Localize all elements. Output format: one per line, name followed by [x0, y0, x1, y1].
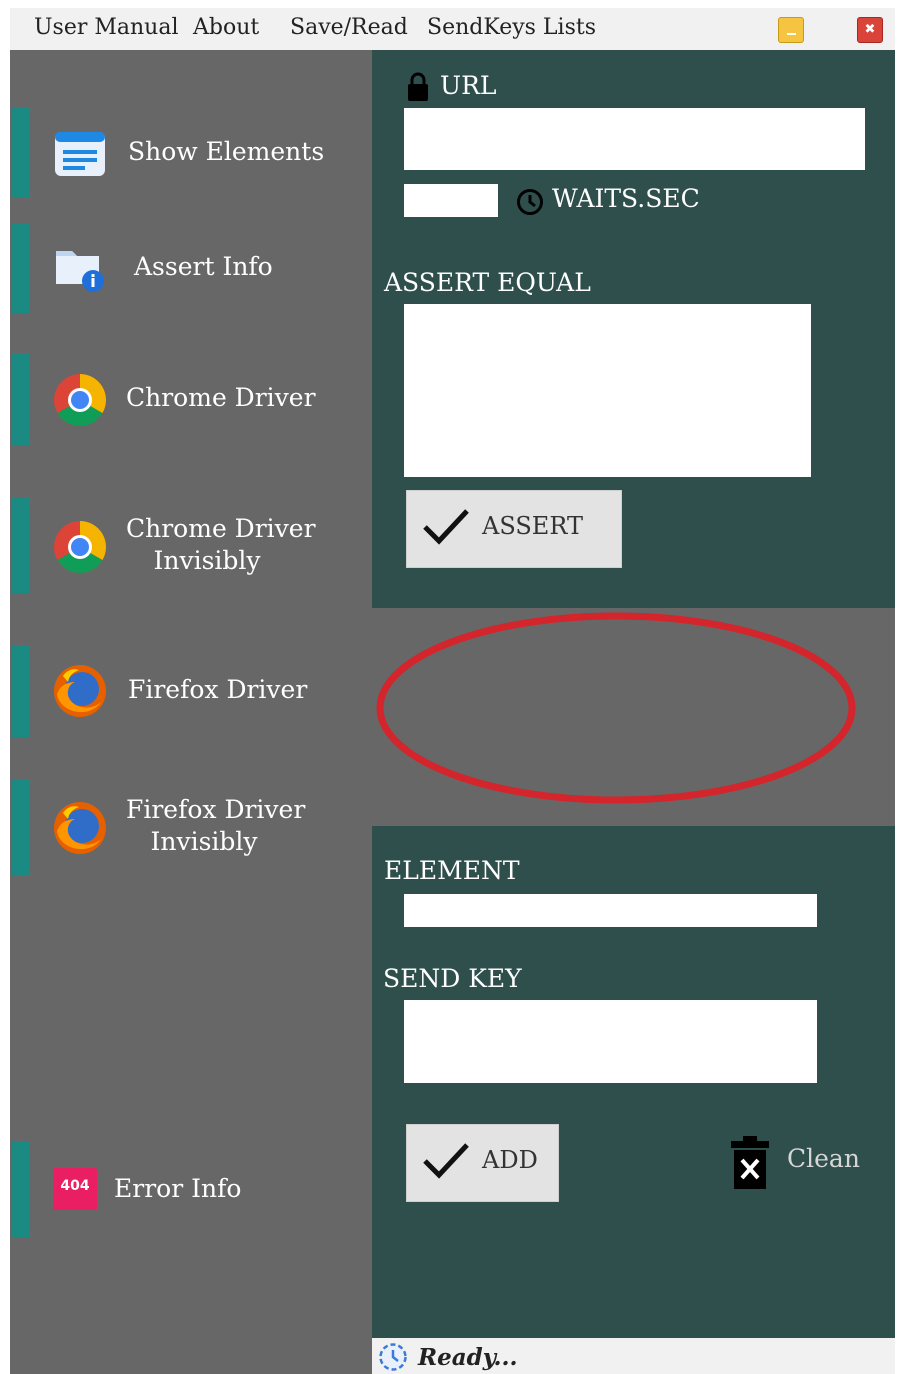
element-input[interactable] [404, 894, 817, 927]
sidebar-accent [12, 780, 30, 876]
sidebar-item-firefox-driver[interactable]: Firefox Driver [10, 645, 370, 737]
menu-bar: User Manual About Save/Read SendKeys Lis… [10, 8, 895, 50]
sidebar-item-error-info[interactable]: 404 Error Info [10, 1141, 370, 1237]
menu-sendkeys-lists[interactable]: SendKeys Lists [427, 15, 596, 40]
send-key-label: SEND KEY [383, 964, 522, 993]
error-404-badge: 404 [60, 1178, 90, 1194]
sendkey-panel: ELEMENT SEND KEY ADD Clean [372, 826, 895, 1338]
sidebar-accent [12, 498, 30, 593]
waits-sec-input[interactable] [404, 184, 498, 217]
add-button[interactable]: ADD [406, 1124, 559, 1202]
add-button-label: ADD [482, 1146, 538, 1174]
sidebar-item-firefox-driver-invisibly[interactable]: Firefox Driver Invisibly [10, 780, 370, 876]
trash-icon [731, 1136, 769, 1189]
menu-about[interactable]: About [193, 15, 259, 40]
sidebar-accent [12, 108, 30, 198]
sidebar-item-chrome-driver[interactable]: Chrome Driver [10, 353, 370, 445]
assert-panel: URL WAITS.SEC ASSERT EQUAL ASSERT [372, 50, 895, 608]
sidebar-item-label-line2: Invisibly [150, 827, 258, 856]
close-button[interactable]: ✖ [857, 17, 883, 43]
chrome-icon [54, 521, 106, 573]
sidebar-item-label: Chrome Driver [126, 383, 316, 412]
firefox-icon [54, 802, 106, 854]
error-404-icon: 404 [53, 1168, 97, 1210]
checkmark-icon [423, 1143, 469, 1179]
url-input[interactable] [404, 108, 865, 170]
status-text: Ready... [418, 1344, 518, 1371]
sidebar-item-label: Firefox Driver Invisibly [126, 794, 306, 858]
folder-info-icon [56, 251, 104, 292]
sidebar-item-label: Error Info [114, 1174, 242, 1203]
clean-button-label: Clean [787, 1144, 860, 1173]
waits-sec-label: WAITS.SEC [552, 184, 700, 213]
status-bar: Ready... [372, 1338, 895, 1374]
sidebar-accent [12, 645, 30, 737]
chrome-icon [54, 374, 106, 426]
sidebar-item-assert-info[interactable]: Assert Info [10, 223, 370, 313]
sidebar-item-show-elements[interactable]: Show Elements [10, 108, 370, 198]
assert-equal-input[interactable] [404, 304, 811, 477]
highlight-ellipse [376, 612, 856, 804]
loading-clock-icon [379, 1343, 407, 1371]
sidebar-accent [12, 1141, 30, 1237]
sidebar-item-label-line1: Chrome Driver [126, 514, 316, 543]
sidebar-accent [12, 223, 30, 313]
send-key-input[interactable] [404, 1000, 817, 1083]
clock-icon [517, 189, 543, 215]
document-list-icon [55, 132, 105, 176]
firefox-icon [54, 665, 106, 717]
app-window: User Manual About Save/Read SendKeys Lis… [10, 8, 895, 1374]
element-label: ELEMENT [384, 856, 520, 885]
sidebar-item-chrome-driver-invisibly[interactable]: Chrome Driver Invisibly [10, 498, 370, 593]
assert-button-label: ASSERT [482, 512, 583, 540]
minimize-button[interactable] [778, 17, 804, 43]
assert-equal-label: ASSERT EQUAL [384, 268, 591, 297]
clean-button[interactable]: Clean [730, 1136, 870, 1190]
menu-save-read[interactable]: Save/Read [290, 15, 408, 40]
sidebar-item-label-line1: Firefox Driver [126, 795, 306, 824]
sidebar-item-label: Firefox Driver [128, 675, 308, 704]
sidebar-item-label-line2: Invisibly [153, 546, 261, 575]
checkmark-icon [423, 509, 469, 545]
sidebar-item-label: Assert Info [134, 252, 273, 281]
sidebar-item-label: Chrome Driver Invisibly [126, 513, 316, 577]
sidebar-item-label: Show Elements [128, 137, 325, 166]
menu-user-manual[interactable]: User Manual [34, 15, 179, 40]
url-label: URL [440, 71, 497, 100]
assert-button[interactable]: ASSERT [406, 490, 622, 568]
lock-icon [408, 72, 428, 101]
sidebar-accent [12, 353, 30, 445]
